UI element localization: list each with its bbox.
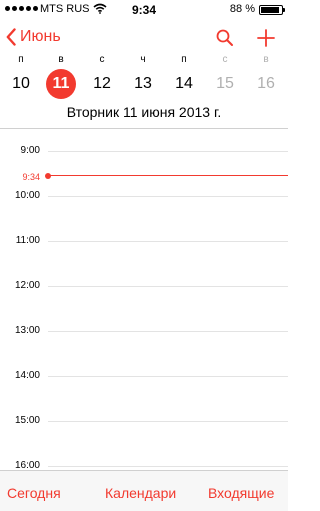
selected-date-title: Вторник 11 июня 2013 г. [66,104,222,120]
day-cell[interactable]: ч 13 [123,54,163,102]
weekday-label: в [58,54,64,65]
add-event-icon[interactable] [255,27,277,49]
current-time-dot [45,173,51,179]
battery-fill [261,7,279,13]
hour-line [48,466,288,467]
current-time-line [50,175,288,176]
hour-label: 11:00 [15,235,40,246]
day-number: 15 [216,75,234,92]
hour-line [48,151,288,152]
day-cell-weekend[interactable]: с 15 [205,54,245,102]
hour-label: 13:00 [14,325,40,336]
back-button-label: Июнь [20,28,61,45]
day-number: 13 [134,75,152,92]
back-button[interactable]: Июнь [6,28,61,46]
chevron-left-icon [6,28,16,46]
day-timeline[interactable]: 9:00 9:34 10:00 11:00 12:00 13:00 14:00 … [0,129,288,471]
battery-percentage: 88 % [229,3,255,15]
day-number: 14 [175,75,193,92]
hour-line [48,421,288,422]
navigation-bar: Июнь [0,20,288,56]
hour-label: 9:00 [20,145,40,156]
day-cell[interactable]: п 14 [164,54,204,102]
hour-line [48,196,288,197]
weekday-label: в [263,54,269,65]
day-number: 10 [12,75,30,92]
weekday-label: с [222,54,228,65]
search-icon[interactable] [215,28,235,48]
weekday-label: п [181,54,187,65]
hour-label: 12:00 [14,280,40,291]
hour-label: 14:00 [14,370,40,381]
day-number: 11 [46,69,76,99]
day-cell[interactable]: с 12 [82,54,122,102]
day-number: 16 [257,75,275,92]
battery-icon [259,5,285,15]
status-bar: MTS RUS 9:34 88 % [0,0,288,20]
hour-label: 10:00 [14,190,40,201]
inbox-button[interactable]: Входящие [208,485,274,501]
hour-line [48,376,288,377]
bottom-toolbar: Сегодня Календари Входящие [0,470,288,511]
hour-line [48,286,288,287]
current-time-label: 9:34 [22,172,40,182]
day-number: 12 [93,75,111,92]
weekday-label: ч [140,54,146,65]
today-button[interactable]: Сегодня [7,485,61,501]
hour-line [48,331,288,332]
day-cell[interactable]: п 10 [1,54,41,102]
weekday-label: с [99,54,105,65]
weekday-label: п [18,54,24,65]
day-cell-selected[interactable]: в 11 [41,54,81,102]
week-strip: п 10 в 11 с 12 ч 13 п 14 с 15 в 16 [0,54,288,102]
day-cell-weekend[interactable]: в 16 [246,54,286,102]
calendars-button[interactable]: Календари [105,485,176,501]
hour-label: 15:00 [14,415,40,426]
hour-line [48,241,288,242]
